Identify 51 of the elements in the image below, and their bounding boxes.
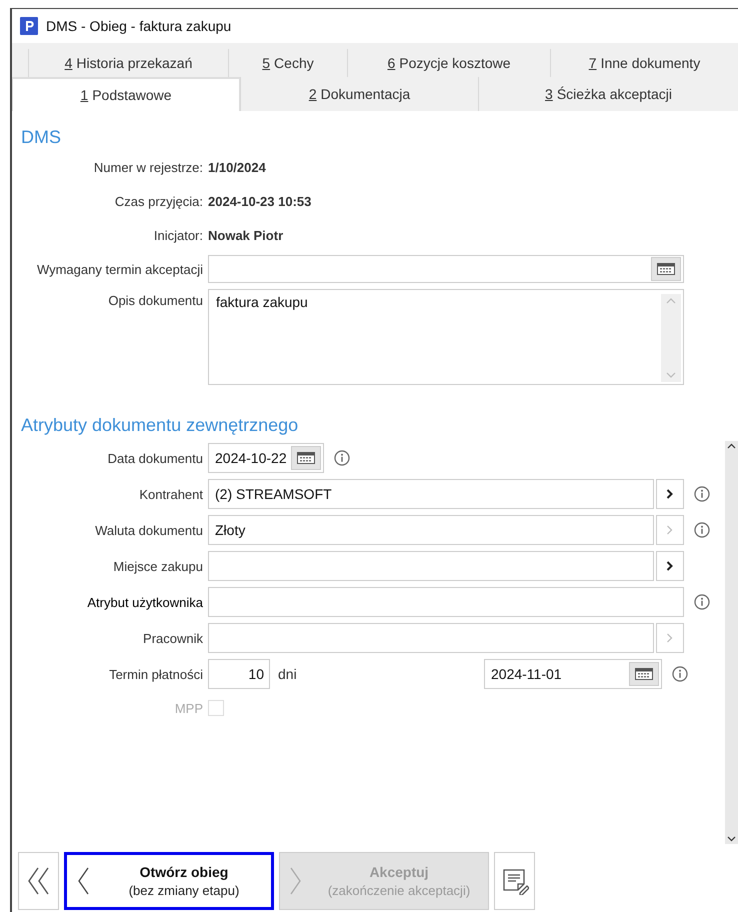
app-logo-icon (20, 17, 38, 35)
section-heading: DMS (21, 127, 62, 148)
chevron-right-icon (290, 867, 302, 895)
date-field[interactable]: 2024-10-22 (208, 443, 324, 473)
chevron-left-icon (77, 867, 89, 895)
double-chevron-left-icon (26, 867, 50, 895)
section-heading: Atrybuty dokumentu zewnętrznego (21, 415, 300, 436)
text-field[interactable] (208, 587, 684, 617)
field-label: Data dokumentu (106, 450, 204, 466)
chevron-right-icon (666, 633, 674, 643)
window-title: DMS - Obieg - faktura zakupu (46, 18, 232, 34)
field-value: Nowak Piotr (208, 228, 284, 243)
field-label: Opis dokumentu (107, 292, 204, 308)
field-label: Wymagany termin akceptacji (36, 262, 204, 276)
field-label: Czas przyjęcia: (114, 194, 204, 209)
field-label: Waluta dokumentu (94, 522, 204, 538)
field-value: 2024-10-23 10:53 (208, 194, 312, 209)
field-label: Numer w rejestrze: (92, 160, 204, 175)
calendar-icon (657, 263, 675, 275)
text-area[interactable]: faktura zakupu (208, 289, 684, 385)
scroll-up-icon (727, 443, 736, 449)
field-label: Miejsce zakupu (112, 558, 204, 574)
scroll-up-icon (666, 298, 676, 304)
unit-label: dni (278, 666, 298, 682)
field-label: MPP (174, 700, 204, 716)
note-edit-icon (500, 867, 528, 895)
scroll-down-icon (666, 372, 676, 378)
open-flow-button[interactable]: Otwórz obieg (bez zmiany etapu) (64, 852, 274, 910)
first-button[interactable] (18, 852, 59, 910)
field-label: Termin płatności (108, 666, 204, 682)
text-field[interactable] (208, 551, 654, 581)
note-button[interactable] (494, 852, 535, 910)
number-field[interactable]: 10 (208, 659, 270, 689)
chevron-right-icon (666, 525, 674, 535)
chevron-right-icon (666, 561, 674, 571)
field-value: 1/10/2024 (208, 160, 266, 175)
date-field[interactable]: 2024-11-01 (484, 659, 662, 689)
scrollbar[interactable] (725, 441, 738, 844)
date-field[interactable] (208, 255, 684, 283)
text-field[interactable]: (2) STREAMSOFT (208, 479, 654, 509)
field-label: Kontrahent (138, 486, 204, 502)
calendar-icon (635, 668, 653, 680)
select-button[interactable] (656, 479, 684, 509)
field-label: Inicjator: (152, 228, 204, 243)
calendar-icon (297, 452, 315, 464)
tab[interactable]: 1 Podstawowe (12, 77, 240, 111)
field-label: Pracownik (142, 630, 204, 646)
scroll-down-icon (727, 836, 736, 842)
field-label: Atrybut użytkownika (86, 594, 204, 610)
select-button[interactable] (656, 551, 684, 581)
chevron-right-icon (666, 489, 674, 499)
